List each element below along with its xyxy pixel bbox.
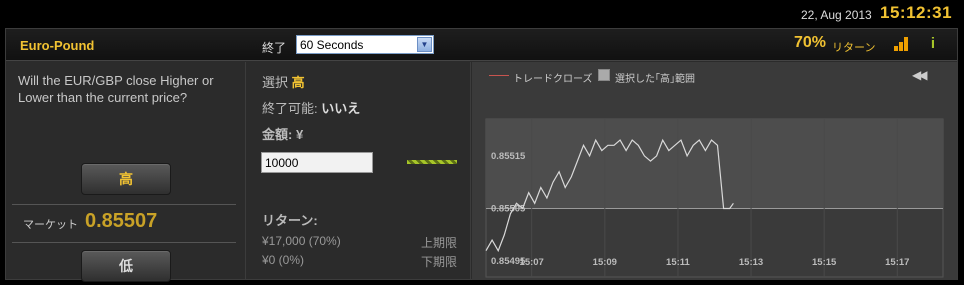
early-close-value: いいえ [321,101,361,116]
x-tick-label: 15:09 [593,257,617,268]
x-tick-label: 15:11 [666,257,690,268]
returns-title: リターン: [262,213,318,228]
trade-panel: Euro-Pound 終了 60 Seconds ▼ 70% リターン i Wi… [5,28,958,282]
high-button[interactable]: 高 [81,163,171,195]
y-tick-label: 0.85515 [491,151,526,162]
market-label: マーケット [23,219,78,231]
panel-header: Euro-Pound 終了 60 Seconds ▼ 70% リターン i [6,29,957,61]
return-percentage: 70% [794,34,827,51]
question-text: Will the EUR/GBP close Higher or Lower t… [18,73,214,105]
low-button[interactable]: 低 [81,250,171,282]
early-close-label: 終了可能: [262,101,318,116]
return-lower-value: ¥0 (0%) [262,253,305,267]
return-lower-row: ¥0 (0%) 下期限 [262,253,457,269]
price-chart: トレードクローズ 選択した｢高｣範囲 ◀◀ 15:07 15:09 15:11 15:… [472,62,957,280]
clock-display: 15:12:31 [880,3,953,22]
top-bar: 22, Aug 2013 15:12:31 [0,0,964,28]
date-display: 22, Aug 2013 [801,8,872,22]
high-range-band [486,119,943,209]
return-label: リターン [832,42,876,54]
expiry-select[interactable]: 60 Seconds ▼ [296,35,434,54]
upper-limit-label: 上期限 [420,236,457,250]
return-upper-value: ¥17,000 (70%) [262,234,341,248]
chevron-down-icon[interactable]: ▼ [417,37,432,52]
x-tick-label: 15:17 [885,257,909,268]
bar-chart-icon[interactable] [893,36,909,52]
return-upper-row: ¥17,000 (70%) 上期限 [262,234,457,250]
market-price: 0.85507 [85,210,158,232]
x-tick-label: 15:15 [812,257,837,268]
amount-slider[interactable] [407,160,457,164]
asset-title: Euro-Pound [20,38,95,53]
lower-limit-label: 下期限 [420,255,457,269]
divider [12,242,236,243]
selection-label: 選択 [262,75,289,90]
direction-panel: Will the EUR/GBP close Higher or Lower t… [6,62,246,282]
selection-row: 選択 高 [262,72,305,91]
amount-label: 金額: ¥ [262,127,304,142]
info-icon[interactable]: i [928,36,938,52]
y-tick-label: 0.85505 [491,204,526,215]
expiry-label: 終了 [262,41,287,55]
amount-input[interactable]: 10000 [261,152,373,173]
order-panel: 選択 高 終了可能: いいえ 金額: ¥ 10000 リターン: ¥17,000… [247,62,471,280]
selection-value: 高 [291,75,305,90]
y-tick-label: 0.85495 [491,256,526,267]
early-close-row: 終了可能: いいえ [262,98,360,117]
chart-canvas: 15:07 15:09 15:11 15:13 15:15 15:170.855150.8… [485,118,944,278]
expiry-select-value: 60 Seconds [300,38,364,52]
divider [12,204,236,205]
x-tick-label: 15:13 [739,257,763,268]
